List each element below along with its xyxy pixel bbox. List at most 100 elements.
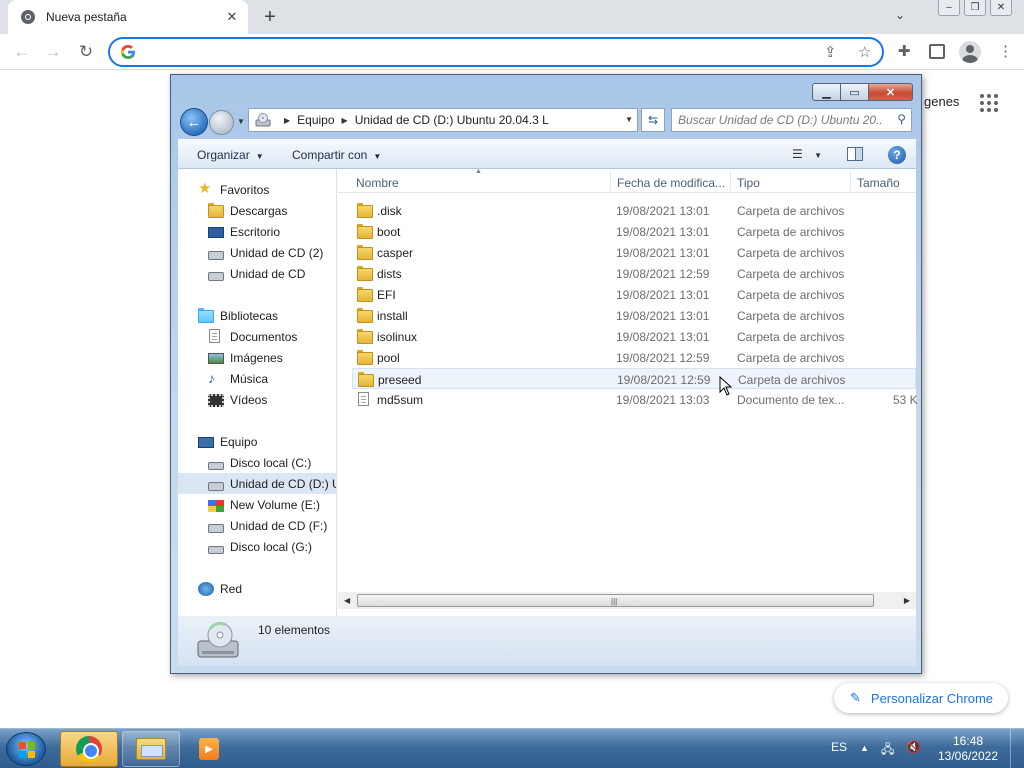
organize-button[interactable]: Organizar ▼ xyxy=(197,148,264,162)
taskbar-media-player-button[interactable]: ▶ xyxy=(184,731,234,767)
file-row[interactable]: pool 19/08/2021 12:59 Carpeta de archivos xyxy=(352,347,916,368)
share-with-button[interactable]: Compartir con ▼ xyxy=(292,148,381,162)
nav-item-musica[interactable]: ♪ Música xyxy=(178,368,336,389)
volume-muted-icon[interactable]: 🔇 xyxy=(906,740,921,754)
search-box[interactable]: ⚲ xyxy=(671,108,912,132)
help-icon[interactable]: ? xyxy=(888,146,906,164)
explorer-minimize-button[interactable]: ▁ xyxy=(812,83,841,101)
ntp-images-link[interactable]: genes xyxy=(924,94,959,109)
tab-close-icon[interactable]: ✕ xyxy=(222,7,242,27)
file-row[interactable]: .disk 19/08/2021 13:01 Carpeta de archivos xyxy=(352,200,916,221)
nav-item-videos[interactable]: Vídeos xyxy=(178,389,336,410)
nav-item-cd-d[interactable]: Unidad de CD (D:) U xyxy=(178,473,336,494)
omnibox[interactable]: ⇪ ☆ xyxy=(108,37,884,67)
tab-new-tab[interactable]: Nueva pestaña ✕ xyxy=(8,0,248,34)
taskbar-chrome-button[interactable] xyxy=(60,731,118,767)
restore-button[interactable]: ❐ xyxy=(964,0,986,16)
breadcrumb-separator-icon[interactable]: ▶ xyxy=(342,116,348,125)
explorer-maximize-button[interactable]: ▭ xyxy=(841,83,869,101)
side-panel-icon[interactable] xyxy=(929,44,945,59)
nav-item-documentos[interactable]: Documentos xyxy=(178,326,336,347)
customize-chrome-button[interactable]: ✎ Personalizar Chrome xyxy=(834,683,1008,713)
close-window-button[interactable]: ✕ xyxy=(990,0,1012,16)
file-date: 19/08/2021 13:01 xyxy=(616,204,710,218)
file-date: 19/08/2021 12:59 xyxy=(616,351,710,365)
file-row[interactable]: dists 19/08/2021 12:59 Carpeta de archivos xyxy=(352,263,916,284)
nav-item-volume-e[interactable]: New Volume (E:) xyxy=(178,494,336,515)
column-divider[interactable] xyxy=(850,171,851,191)
tab-search-chevron-icon[interactable]: ⌄ xyxy=(895,8,905,22)
address-dropdown-icon[interactable]: ▼ xyxy=(625,115,633,124)
column-name[interactable]: Nombre xyxy=(356,176,399,190)
google-apps-icon[interactable] xyxy=(980,94,1000,112)
column-divider[interactable] xyxy=(610,171,611,191)
nav-item-escritorio[interactable]: Escritorio xyxy=(178,221,336,242)
file-name: boot xyxy=(377,225,401,239)
nav-item-disk-c[interactable]: Disco local (C:) xyxy=(178,452,336,473)
forward-arrow-icon[interactable]: → xyxy=(41,40,65,64)
nav-item-cd[interactable]: Unidad de CD xyxy=(178,263,336,284)
taskbar-explorer-button[interactable] xyxy=(122,731,180,767)
scroll-right-arrow-icon[interactable]: ▶ xyxy=(904,596,910,605)
system-clock[interactable]: 16:48 13/06/2022 xyxy=(928,734,1008,764)
column-divider[interactable] xyxy=(730,171,731,191)
nav-item-cd-f[interactable]: Unidad de CD (F:) xyxy=(178,515,336,536)
nav-item-cd-2[interactable]: Unidad de CD (2) xyxy=(178,242,336,263)
start-button[interactable] xyxy=(6,732,46,766)
file-row[interactable]: preseed 19/08/2021 12:59 Carpeta de archiv… xyxy=(352,368,916,389)
new-tab-button[interactable]: + xyxy=(258,6,282,28)
organize-label: Organizar xyxy=(197,148,250,162)
search-icon[interactable]: ⚲ xyxy=(897,112,906,126)
file-row[interactable]: isolinux 19/08/2021 13:01 Carpeta de archi… xyxy=(352,326,916,347)
explorer-close-button[interactable]: ✕ xyxy=(869,83,913,101)
search-input[interactable] xyxy=(678,113,883,127)
back-arrow-icon[interactable]: ← xyxy=(10,40,34,64)
column-type[interactable]: Tipo xyxy=(737,176,760,190)
address-bar[interactable]: ▶ Equipo ▶ Unidad de CD (D:) Ubuntu 20.0… xyxy=(248,108,638,132)
show-hidden-icons-icon[interactable]: ▲ xyxy=(860,743,869,753)
file-row[interactable]: md5sum 19/08/2021 13:03 Documento de tex..… xyxy=(352,389,918,410)
scroll-left-arrow-icon[interactable]: ◀ xyxy=(344,596,350,605)
history-dropdown-icon[interactable]: ▼ xyxy=(237,117,245,126)
breadcrumb-equipo[interactable]: Equipo xyxy=(297,113,334,127)
nav-item-disk-g[interactable]: Disco local (G:) xyxy=(178,536,336,557)
hard-disk-icon xyxy=(208,545,224,554)
kebab-menu-icon[interactable]: ⋮ xyxy=(998,42,1013,60)
nav-network[interactable]: Red xyxy=(178,578,336,599)
language-indicator[interactable]: ES xyxy=(831,740,847,754)
column-date[interactable]: Fecha de modifica... xyxy=(617,176,725,190)
file-row[interactable]: boot 19/08/2021 13:01 Carpeta de archivos xyxy=(352,221,916,242)
reload-icon[interactable]: ↻ xyxy=(74,40,98,64)
file-row[interactable]: EFI 19/08/2021 13:01 Carpeta de archivos xyxy=(352,284,916,305)
nav-item-imagenes[interactable]: Imágenes xyxy=(178,347,336,368)
explorer-forward-button[interactable] xyxy=(209,110,234,135)
nav-network-label: Red xyxy=(220,581,243,596)
minimize-button[interactable]: – xyxy=(938,0,960,16)
extensions-puzzle-icon[interactable]: ✚ xyxy=(898,42,911,60)
address-input[interactable] xyxy=(144,42,784,62)
column-size[interactable]: Tamaño xyxy=(857,176,900,190)
file-row[interactable]: casper 19/08/2021 13:01 Carpeta de archivo… xyxy=(352,242,916,263)
nav-item-label: Escritorio xyxy=(230,224,281,239)
scrollbar-thumb[interactable]: ||| xyxy=(357,594,874,607)
bookmark-star-icon[interactable]: ☆ xyxy=(858,43,871,61)
refresh-icon[interactable]: ⇆ xyxy=(641,108,665,132)
nav-favorites[interactable]: ★ Favoritos xyxy=(178,179,336,200)
network-tray-icon[interactable]: 🖧 xyxy=(881,740,894,761)
preview-pane-icon[interactable] xyxy=(847,147,863,161)
nav-computer[interactable]: Equipo xyxy=(178,431,336,452)
show-desktop-button[interactable] xyxy=(1010,729,1024,768)
details-pane: 10 elementos xyxy=(178,616,916,666)
breadcrumb-separator-icon[interactable]: ▶ xyxy=(284,116,290,125)
share-icon[interactable]: ⇪ xyxy=(824,43,837,61)
nav-libraries[interactable]: Bibliotecas xyxy=(178,305,336,326)
horizontal-scrollbar[interactable]: ◀ ||| ▶ xyxy=(338,592,916,609)
cd-drive-icon xyxy=(208,482,224,491)
file-row[interactable]: install 19/08/2021 13:01 Carpeta de archiv… xyxy=(352,305,916,326)
nav-item-label: Documentos xyxy=(230,329,298,344)
change-view-icon[interactable]: ☰ ▼ xyxy=(792,147,822,161)
breadcrumb-cd-drive[interactable]: Unidad de CD (D:) Ubuntu 20.04.3 L xyxy=(355,113,549,127)
explorer-back-button[interactable]: ← xyxy=(180,108,208,136)
nav-item-descargas[interactable]: Descargas xyxy=(178,200,336,221)
profile-avatar[interactable] xyxy=(959,41,981,63)
